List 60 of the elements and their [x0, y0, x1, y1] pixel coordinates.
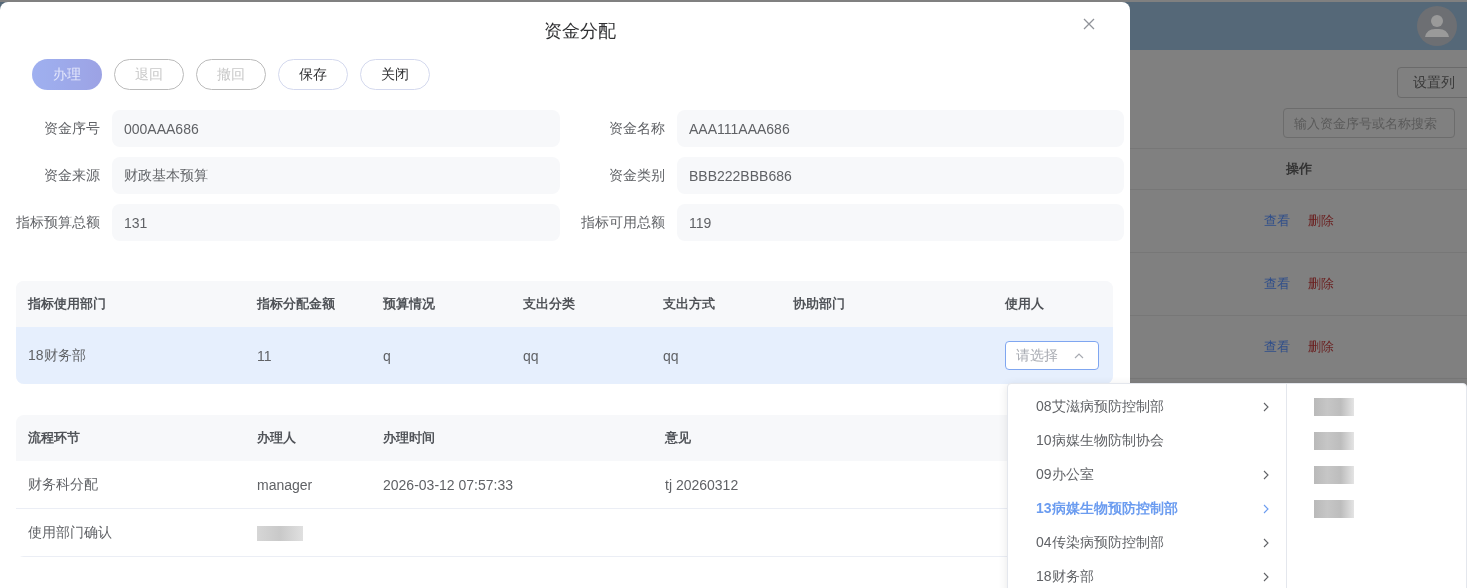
table-cell-text: qq: [523, 347, 540, 364]
column-header: 办理人: [257, 429, 297, 447]
department-option[interactable]: 18财务部: [1008, 560, 1286, 588]
table-cell-text: 财务科分配: [28, 475, 99, 494]
chevron-right-icon: [1263, 538, 1269, 548]
column-header: 协助部门: [793, 295, 846, 313]
blurred-text: [1314, 398, 1354, 416]
column-header: 办理时间: [383, 429, 436, 447]
column-header: 使用人: [1005, 295, 1045, 313]
readonly-field[interactable]: 000AAA686: [112, 110, 560, 147]
delete-link[interactable]: 删除: [1308, 212, 1334, 230]
chevron-up-icon: [1074, 352, 1084, 359]
column-header: 支出方式: [663, 295, 716, 313]
field-label: 资金序号: [43, 119, 100, 138]
column-header: 支出分类: [523, 295, 576, 313]
table-cell-text: 2026-03-12 07:57:33: [383, 476, 514, 493]
department-option[interactable]: 08艾滋病预防控制部: [1008, 390, 1286, 424]
readonly-field[interactable]: BBB222BBB686: [677, 157, 1124, 194]
readonly-field[interactable]: 119: [677, 204, 1124, 241]
department-option[interactable]: 09办公室: [1008, 458, 1286, 492]
action-button[interactable]: 关闭: [360, 59, 430, 90]
chevron-right-icon: [1263, 402, 1269, 412]
blurred-text: [1314, 466, 1354, 484]
readonly-field[interactable]: AAA111AAA686: [677, 110, 1124, 147]
field-label: 资金名称: [608, 119, 665, 138]
chevron-right-icon: [1263, 470, 1269, 480]
delete-link[interactable]: 删除: [1308, 338, 1334, 356]
field-label: 指标预算总额: [16, 213, 100, 232]
field-label: 资金类别: [608, 166, 665, 185]
action-button[interactable]: 保存: [278, 59, 348, 90]
set-column-width-button[interactable]: 设置列: [1397, 67, 1467, 98]
table-cell-text: 18财务部: [28, 346, 87, 365]
column-header: 操作: [1286, 160, 1312, 178]
column-header: 预算情况: [383, 295, 436, 313]
readonly-field[interactable]: 财政基本预算: [112, 157, 560, 194]
blurred-text: [1314, 500, 1354, 518]
dialog-title: 资金分配: [543, 19, 616, 43]
table-cell-text: qq: [663, 347, 680, 364]
user-avatar-icon[interactable]: [1417, 6, 1457, 46]
column-header: 指标使用部门: [28, 295, 107, 313]
column-header: 指标分配金额: [257, 295, 336, 313]
table-cell-text: q: [383, 347, 392, 364]
department-option[interactable]: 10病媒生物防制协会: [1008, 424, 1286, 458]
close-icon[interactable]: [1083, 18, 1095, 30]
field-label: 指标可用总额: [580, 213, 665, 232]
field-label: 资金来源: [43, 166, 100, 185]
column-header: 意见: [665, 429, 692, 447]
table-cell-text: 11: [257, 347, 273, 364]
table-cell-text: tj 20260312: [665, 476, 740, 493]
department-option[interactable]: 04传染病预防控制部: [1008, 526, 1286, 560]
delete-link[interactable]: 删除: [1308, 275, 1334, 293]
chevron-right-icon: [1263, 504, 1269, 514]
chevron-right-icon: [1263, 572, 1269, 582]
blurred-text: [1314, 432, 1354, 450]
table-row[interactable]: 18财务部 11 q qq qq 请选择: [16, 327, 1113, 384]
blurred-text: [257, 525, 303, 541]
readonly-field[interactable]: 131: [112, 204, 560, 241]
table-cell-text: 使用部门确认: [28, 523, 113, 542]
column-header: 流程环节: [28, 429, 81, 447]
table-cell-text: manager: [257, 476, 314, 493]
